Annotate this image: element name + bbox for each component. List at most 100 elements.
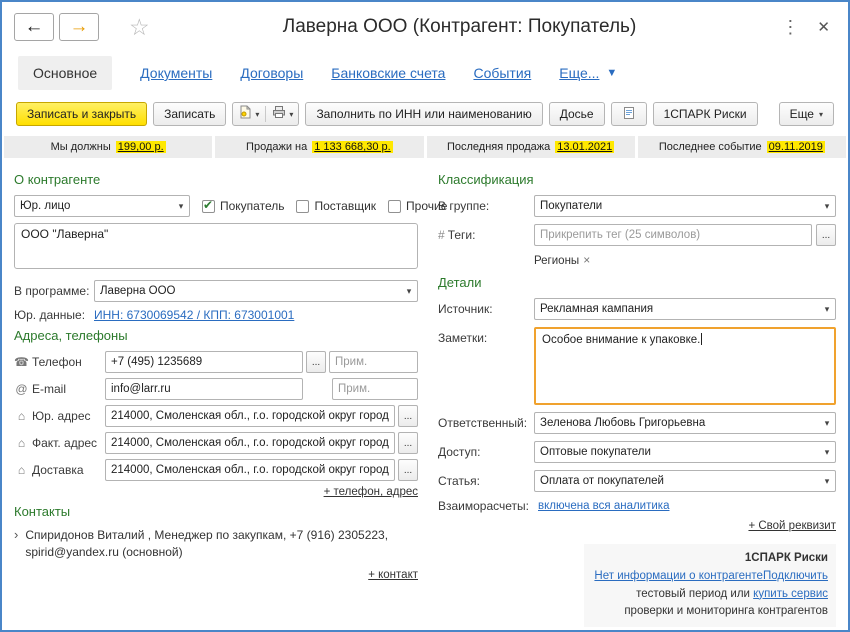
tab-more[interactable]: Еще... ▼: [559, 65, 617, 81]
chevron-right-icon: ›: [14, 527, 18, 561]
source-select[interactable]: ▾: [534, 298, 836, 320]
responsible-label: Ответственный:: [438, 416, 530, 430]
source-value[interactable]: [535, 303, 819, 315]
program-name-select[interactable]: ▾: [94, 280, 418, 302]
actual-address-input[interactable]: [105, 432, 395, 454]
forward-button[interactable]: →: [59, 13, 99, 41]
checkbox-box[interactable]: [388, 200, 401, 213]
tab-main[interactable]: Основное: [18, 56, 112, 90]
building-icon: ⌂: [14, 409, 29, 423]
section-about: О контрагенте: [14, 172, 418, 187]
chevron-down-icon[interactable]: ▾: [289, 110, 293, 119]
kebab-menu-icon[interactable]: ⋮: [769, 17, 811, 38]
chevron-down-icon[interactable]: ▾: [819, 447, 835, 458]
chevron-down-icon[interactable]: ▾: [819, 201, 835, 212]
legal-address-row: ⌂ Юр. адрес ...: [14, 405, 418, 427]
summary-value-link[interactable]: 13.01.2021: [555, 141, 614, 153]
tag-chip: Регионы ×: [534, 253, 836, 267]
access-value[interactable]: [535, 446, 819, 458]
spark-text-tail: проверки и мониторинга контрагентов: [624, 605, 828, 617]
dossier-button[interactable]: Досье: [549, 102, 605, 126]
spark-title: 1СПАРК Риски: [745, 552, 828, 564]
tags-label: #Теги:: [438, 228, 530, 242]
spark-connect-link[interactable]: Подключить: [763, 570, 828, 582]
phone-more-button[interactable]: ...: [306, 351, 326, 373]
summary-value-link[interactable]: 1 133 668,30 р.: [312, 141, 392, 153]
group-value[interactable]: [535, 200, 819, 212]
email-input[interactable]: [105, 378, 303, 400]
entity-type-select[interactable]: ▾: [14, 195, 190, 217]
notes-textarea[interactable]: Особое внимание к упаковке.: [534, 327, 836, 405]
spark-risks-button[interactable]: 1СПАРК Риски: [653, 102, 758, 126]
actual-address-more-button[interactable]: ...: [398, 432, 418, 454]
close-icon[interactable]: ✕: [811, 18, 836, 36]
spark-buy-service-link[interactable]: купить сервис: [753, 588, 828, 600]
program-name-value[interactable]: [95, 285, 401, 297]
settlements-link[interactable]: включена вся аналитика: [538, 500, 669, 512]
summary-value-link[interactable]: 09.11.2019: [767, 141, 825, 153]
tab-documents[interactable]: Документы: [140, 65, 212, 81]
delivery-address-row: ⌂ Доставка ...: [14, 459, 418, 481]
tag-chip-label: Регионы: [534, 255, 579, 267]
delivery-address-input[interactable]: [105, 459, 395, 481]
toolbar-divider: [265, 106, 266, 122]
delivery-address-more-button[interactable]: ...: [398, 459, 418, 481]
chevron-down-icon[interactable]: ▾: [173, 201, 189, 212]
tab-events[interactable]: События: [473, 65, 531, 81]
full-name-textarea[interactable]: ООО "Лаверна": [14, 223, 418, 269]
tab-contracts[interactable]: Договоры: [240, 65, 303, 81]
chevron-down-icon[interactable]: ▾: [819, 304, 835, 315]
responsible-value[interactable]: [535, 417, 819, 429]
legal-address-more-button[interactable]: ...: [398, 405, 418, 427]
page-title: Лаверна ООО (Контрагент: Покупатель): [150, 16, 770, 38]
print-icon[interactable]: [272, 105, 286, 124]
tags-input[interactable]: [534, 224, 812, 246]
legal-address-input[interactable]: [105, 405, 395, 427]
checkbox-buyer[interactable]: Покупатель: [202, 199, 284, 213]
actual-address-row: ⌂ Факт. адрес ...: [14, 432, 418, 454]
checkbox-box[interactable]: [296, 200, 309, 213]
delivery-address-label: Доставка: [32, 463, 102, 477]
access-select[interactable]: ▾: [534, 441, 836, 463]
checkbox-box[interactable]: [202, 200, 215, 213]
email-note-input[interactable]: [332, 378, 418, 400]
access-row: Доступ: ▾: [438, 441, 836, 463]
contact-list-item[interactable]: › Спиридонов Виталий , Менеджер по закуп…: [14, 527, 418, 561]
add-contact-link[interactable]: + контакт: [368, 569, 418, 581]
chevron-down-icon[interactable]: ▾: [255, 110, 259, 119]
article-label: Статья:: [438, 474, 530, 488]
favorite-star-icon[interactable]: ☆: [129, 16, 150, 39]
remove-tag-icon[interactable]: ×: [583, 253, 590, 267]
article-value[interactable]: [535, 475, 819, 487]
article-select[interactable]: ▾: [534, 470, 836, 492]
at-icon: @: [14, 382, 29, 396]
fill-by-inn-button[interactable]: Заполнить по ИНН или наименованию: [305, 102, 542, 126]
tab-bank-accounts[interactable]: Банковские счета: [331, 65, 445, 81]
hash-icon: #: [438, 228, 445, 242]
add-phone-address-link[interactable]: + телефон, адрес: [324, 486, 418, 498]
back-button[interactable]: ←: [14, 13, 54, 41]
custom-attribute-link[interactable]: + Свой реквизит: [748, 520, 836, 532]
group-select[interactable]: ▾: [534, 195, 836, 217]
notes-label: Заметки:: [438, 327, 530, 345]
responsible-select[interactable]: ▾: [534, 412, 836, 434]
summary-value-link[interactable]: 199,00 р.: [116, 141, 166, 153]
attachment-button[interactable]: [611, 102, 647, 126]
inn-kpp-link[interactable]: ИНН: 6730069542 / КПП: 673001001: [94, 308, 294, 322]
chevron-down-icon[interactable]: ▾: [401, 286, 417, 297]
entity-type-value[interactable]: [15, 200, 173, 212]
save-button[interactable]: Записать: [153, 102, 226, 126]
save-and-close-button[interactable]: Записать и закрыть: [16, 102, 147, 126]
more-button[interactable]: Еще ▾: [779, 102, 834, 126]
chevron-down-icon[interactable]: ▾: [819, 476, 835, 487]
create-based-on-icon[interactable]: [238, 105, 252, 124]
tags-more-button[interactable]: ...: [816, 224, 836, 246]
checkbox-supplier[interactable]: Поставщик: [296, 199, 376, 213]
phone-input[interactable]: [105, 351, 303, 373]
phone-note-input[interactable]: [329, 351, 418, 373]
chevron-down-icon[interactable]: ▾: [819, 418, 835, 429]
notes-row: Заметки: Особое внимание к упаковке.: [438, 327, 836, 405]
contact-text[interactable]: Спиридонов Виталий , Менеджер по закупка…: [25, 527, 397, 561]
spark-no-info-link[interactable]: Нет информации о контрагенте: [594, 570, 763, 582]
notes-text: Особое внимание к упаковке.: [542, 334, 700, 346]
